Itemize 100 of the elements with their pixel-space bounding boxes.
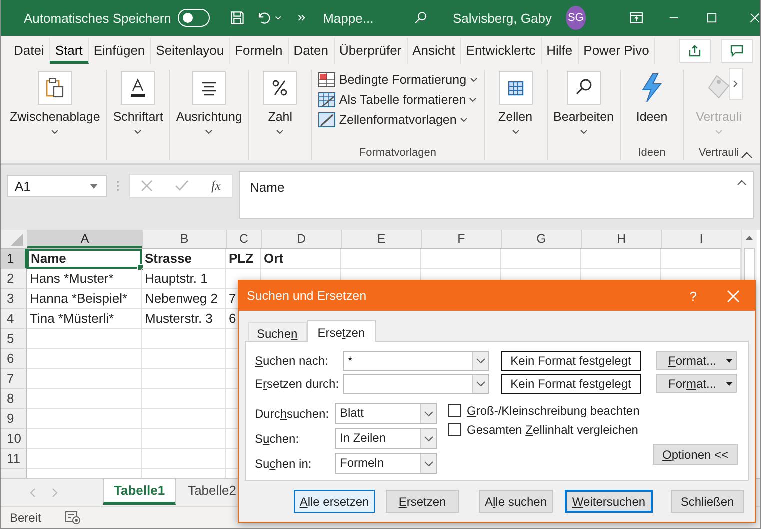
more-icon[interactable] [298,13,306,23]
check-icon[interactable] [175,180,190,192]
ribbon-tab[interactable]: Überprüfer [334,38,408,64]
comments-button[interactable] [721,39,753,63]
ribbon-menu-button[interactable]: Bedingte Formatierung [318,72,478,88]
dialog-tab[interactable]: Ersetzen [306,320,376,342]
column-header[interactable]: C [226,230,261,248]
table-cell: Hans *Muster* [27,269,142,289]
chevron-down-icon [424,460,434,466]
dropdown[interactable]: Formeln [335,453,437,474]
sheet-tab[interactable]: Tabelle1 [103,479,176,505]
row-header[interactable]: 8 [1,389,27,409]
macro-recorder-icon[interactable] [65,510,82,524]
table-cell: Strasse [142,249,226,269]
ribbon-tab[interactable]: Datei [9,38,50,64]
ribbon-tab[interactable]: Einfügen [88,38,152,64]
column-header[interactable]: D [261,230,341,248]
row-header[interactable]: 5 [1,329,27,349]
autosave-toggle[interactable] [178,9,210,27]
ribbon-button[interactable]: Zellen [490,70,541,160]
column-header[interactable]: E [341,230,421,248]
ribbon-tab[interactable]: Hilfe [542,38,579,64]
table-cell: Name [27,249,142,269]
row-header[interactable]: 3 [1,289,27,309]
ribbon-tab[interactable]: Seitenlayou [151,38,230,64]
autosave-label: Automatisches Speichern [24,10,172,26]
user-avatar[interactable]: SG [566,6,586,30]
ribbon-menu-button[interactable]: Zellenformatvorlagen [318,112,478,128]
ribbon-menu-button[interactable]: Als Tabelle formatieren [318,92,478,108]
dropdown-arrow-icon [726,358,733,362]
dropdown[interactable]: Blatt [335,403,437,424]
chevron-down-icon [512,129,520,135]
chevron-down-icon [51,129,60,135]
chevron-down-icon [424,436,434,442]
row-header[interactable]: 7 [1,369,27,389]
dialog-button[interactable]: Alle ersetzen [294,490,375,513]
ribbon-display-icon[interactable] [630,11,644,25]
comment-icon [730,44,744,58]
row-header[interactable]: 10 [1,429,27,449]
save-icon[interactable] [230,9,246,27]
ribbon-tab[interactable]: Ansicht [408,38,462,64]
share-button[interactable] [679,39,711,63]
column-header[interactable]: H [581,230,661,248]
document-title[interactable]: Mappe... [323,10,374,26]
dialog-tab[interactable]: Suchen [248,322,307,341]
dialog-button[interactable]: Ersetzen [386,490,459,513]
row-header[interactable]: 6 [1,349,27,369]
combo-box[interactable]: * [343,350,489,370]
row-header[interactable]: 2 [1,269,27,289]
column-header[interactable]: B [142,230,226,248]
chevron-down-icon [580,129,588,135]
row-header[interactable]: 1 [1,249,27,269]
close-icon[interactable] [727,290,740,302]
ribbon-button[interactable]: Zwischenablage [10,70,100,160]
user-name[interactable]: Salvisberg, Gaby [452,10,552,26]
maximize-icon[interactable] [707,12,718,24]
close-icon[interactable] [750,12,760,24]
format-preview: Kein Format festgelegt [501,350,641,370]
dropdown[interactable]: In Zeilen [335,428,437,449]
chevron-down-icon [424,410,434,416]
dialog-button[interactable]: Weitersuchen [565,490,653,513]
checkbox-label: Groß-/Kleinschreibung beachten [467,404,640,418]
format-button[interactable]: Format... [656,351,737,370]
collapse-ribbon-icon[interactable] [741,152,753,160]
name-box[interactable]: A1 [7,175,107,197]
format-preview: Kein Format festgelegt [501,374,641,394]
ribbon-tab[interactable]: Entwicklertc [461,38,542,64]
chevron-down-icon[interactable] [275,14,282,22]
dialog-button[interactable]: Schließen [671,490,744,513]
ribbon-button[interactable]: Zahl [255,70,306,160]
format-button[interactable]: Format... [656,374,737,393]
column-header[interactable]: G [501,230,581,248]
table-cell: Hanna *Beispiel* [27,289,142,309]
column-header[interactable]: A [27,230,142,248]
insert-function-button[interactable]: fx [212,178,221,194]
ribbon-button[interactable]: Ausrichtung [176,70,242,160]
row-header[interactable]: 4 [1,309,27,329]
ribbon-tab[interactable]: Power Pivo [578,38,656,64]
dropdown-arrow-icon [726,382,732,386]
column-header[interactable]: F [421,230,501,248]
clipboard-icon [45,77,66,99]
options-button[interactable]: Optionen << [653,444,738,465]
search-icon[interactable] [414,10,427,26]
lightning-bolt-icon [639,73,665,103]
ribbon-button[interactable]: Ideen [627,70,677,147]
collapse-icon[interactable] [737,180,747,186]
checkbox[interactable] [448,404,461,417]
ribbon-tab[interactable]: Formeln [230,38,289,64]
table-cell: Nebenweg 2 [142,289,226,309]
row-header[interactable]: 11 [1,449,27,469]
cell-styles-icon [318,112,336,128]
ribbon-button[interactable]: Bearbeiten [554,70,614,160]
chevron-down-icon [470,77,478,83]
formula-field[interactable]: Name [239,171,754,219]
ribbon-tab[interactable]: Daten [288,38,334,64]
dialog-button[interactable]: Alle suchen [479,490,553,513]
checkbox[interactable] [448,423,461,436]
row-header[interactable]: 9 [1,409,27,429]
ribbon-button[interactable]: Schriftart [113,70,164,160]
drag-handle-icon[interactable] [116,179,120,193]
